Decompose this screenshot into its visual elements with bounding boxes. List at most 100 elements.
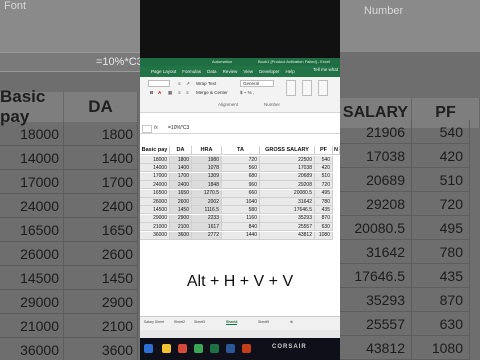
format-as-table-icon[interactable] bbox=[302, 80, 312, 96]
conditional-formatting-icon[interactable] bbox=[286, 80, 296, 96]
table-cell[interactable]: 20080.5 bbox=[260, 189, 315, 198]
table-cell[interactable]: 35293 bbox=[260, 214, 315, 223]
table-cell[interactable]: 3600 bbox=[170, 231, 192, 240]
tab-data[interactable]: Data bbox=[204, 69, 220, 74]
table-cell[interactable]: 2772 bbox=[192, 231, 222, 240]
table-cell[interactable]: 420 bbox=[315, 164, 333, 173]
table-cell[interactable]: 2600 bbox=[170, 198, 192, 206]
table-cell[interactable]: 1116.5 bbox=[192, 206, 222, 215]
border-icon[interactable]: ▦ bbox=[168, 90, 172, 96]
table-cell[interactable]: 26000 bbox=[140, 198, 170, 206]
table-cell[interactable]: 680 bbox=[222, 172, 260, 181]
table-cell[interactable]: 2100 bbox=[170, 223, 192, 232]
sheet-tab-5[interactable]: Sheet5 bbox=[258, 320, 269, 324]
align-top-icon[interactable]: ≡ bbox=[178, 81, 181, 86]
tab-review[interactable]: Review bbox=[220, 69, 241, 74]
table-cell[interactable]: 840 bbox=[222, 223, 260, 232]
table-cell[interactable]: 1700 bbox=[170, 172, 192, 181]
column-header[interactable]: HRA bbox=[192, 146, 222, 155]
tab-formulas[interactable]: Formulas bbox=[179, 69, 204, 74]
table-cell[interactable]: 14500 bbox=[140, 206, 170, 215]
table-cell[interactable]: 17000 bbox=[140, 172, 170, 181]
fx-icon[interactable]: fx bbox=[154, 125, 158, 131]
sheet-tab-4[interactable]: Sheet4 bbox=[226, 320, 238, 325]
table-cell[interactable]: 16500 bbox=[140, 189, 170, 198]
table-cell[interactable]: 660 bbox=[222, 189, 260, 198]
merge-center-button[interactable]: Merge & Center bbox=[196, 90, 228, 95]
font-size-box[interactable] bbox=[148, 80, 170, 87]
table-cell[interactable]: 29000 bbox=[140, 214, 170, 223]
table-cell[interactable]: 17646.5 bbox=[260, 206, 315, 215]
excel-icon[interactable] bbox=[210, 344, 219, 353]
table-cell[interactable]: 18000 bbox=[140, 156, 170, 164]
table-cell[interactable]: 17038 bbox=[260, 164, 315, 173]
sheet-tab-3[interactable]: Sheet3 bbox=[194, 320, 205, 324]
chrome-icon[interactable] bbox=[178, 344, 187, 353]
table-cell[interactable]: 1080 bbox=[315, 231, 333, 240]
table-cell[interactable]: 1400 bbox=[170, 164, 192, 173]
align-left-icon[interactable]: ≡ bbox=[178, 90, 181, 95]
table-cell[interactable]: 14000 bbox=[140, 164, 170, 173]
wrap-text-button[interactable]: Wrap Text bbox=[196, 81, 216, 86]
table-cell[interactable]: 43812 bbox=[260, 231, 315, 240]
table-cell[interactable]: 1309 bbox=[192, 172, 222, 181]
table-cell[interactable]: 510 bbox=[315, 172, 333, 181]
font-color-icon[interactable]: A bbox=[158, 90, 161, 95]
start-icon[interactable] bbox=[144, 344, 153, 353]
column-header[interactable]: Basic pay bbox=[140, 146, 170, 155]
table-cell[interactable]: 560 bbox=[222, 164, 260, 173]
table-cell[interactable]: 720 bbox=[222, 156, 260, 164]
table-cell[interactable]: 1078 bbox=[192, 164, 222, 173]
table-cell[interactable]: 720 bbox=[315, 181, 333, 190]
table-cell[interactable]: 1848 bbox=[192, 181, 222, 190]
app-icon[interactable] bbox=[194, 344, 203, 353]
table-cell[interactable]: 36000 bbox=[140, 231, 170, 240]
spreadsheet-grid[interactable]: Basic pay DA HRA TA GROSS SALARY PF N 18000 1800… bbox=[140, 138, 340, 248]
table-cell[interactable]: 1650 bbox=[170, 189, 192, 198]
add-sheet-icon[interactable]: ⊕ bbox=[290, 320, 293, 324]
table-cell[interactable]: 540 bbox=[315, 156, 333, 164]
table-cell[interactable]: 2400 bbox=[170, 181, 192, 190]
column-header[interactable]: DA bbox=[170, 146, 192, 155]
powerpoint-icon[interactable] bbox=[242, 344, 251, 353]
table-cell[interactable]: 580 bbox=[222, 206, 260, 215]
table-cell[interactable]: 2002 bbox=[192, 198, 222, 206]
column-header[interactable]: PF bbox=[315, 146, 333, 155]
sheet-tab-2[interactable]: Sheet2 bbox=[174, 320, 185, 324]
number-format-dropdown[interactable]: General bbox=[240, 80, 274, 87]
table-cell[interactable]: 630 bbox=[315, 223, 333, 232]
table-cell[interactable]: 1980 bbox=[192, 156, 222, 164]
tab-developer[interactable]: Developer bbox=[256, 69, 283, 74]
file-explorer-icon[interactable] bbox=[162, 344, 171, 353]
table-cell[interactable]: 780 bbox=[315, 198, 333, 206]
tell-me-search[interactable]: Tell me what bbox=[313, 67, 338, 72]
table-cell[interactable]: 495 bbox=[315, 189, 333, 198]
table-cell[interactable]: 1617 bbox=[192, 223, 222, 232]
table-cell[interactable]: 1040 bbox=[222, 198, 260, 206]
table-cell[interactable]: 435 bbox=[315, 206, 333, 215]
tab-view[interactable]: View bbox=[240, 69, 256, 74]
table-cell[interactable]: 1160 bbox=[222, 214, 260, 223]
table-cell[interactable]: 2233 bbox=[192, 214, 222, 223]
cell-styles-icon[interactable] bbox=[318, 80, 328, 96]
tab-page-layout[interactable]: Page Layout bbox=[148, 69, 179, 74]
table-cell[interactable]: 1450 bbox=[170, 206, 192, 215]
currency-icon[interactable]: $ ~ % , bbox=[240, 90, 254, 95]
column-header[interactable]: N bbox=[333, 146, 340, 155]
formula-input[interactable]: =10%*C3 bbox=[168, 125, 189, 131]
table-cell[interactable]: 2900 bbox=[170, 214, 192, 223]
align-center-icon[interactable]: ≡ bbox=[186, 90, 189, 95]
table-cell[interactable]: 29208 bbox=[260, 181, 315, 190]
table-cell[interactable]: 1800 bbox=[170, 156, 192, 164]
table-cell[interactable]: 870 bbox=[315, 214, 333, 223]
table-cell[interactable]: 24000 bbox=[140, 181, 170, 190]
table-cell[interactable]: 25557 bbox=[260, 223, 315, 232]
name-box[interactable] bbox=[142, 125, 152, 133]
orientation-icon[interactable]: ↗ bbox=[186, 81, 190, 87]
table-cell[interactable]: 1270.5 bbox=[192, 189, 222, 198]
column-header[interactable]: GROSS SALARY bbox=[260, 146, 315, 155]
tab-help[interactable]: Help bbox=[283, 69, 298, 74]
table-cell[interactable]: 20689 bbox=[260, 172, 315, 181]
table-cell[interactable]: 21000 bbox=[140, 223, 170, 232]
column-header[interactable]: TA bbox=[222, 146, 260, 155]
